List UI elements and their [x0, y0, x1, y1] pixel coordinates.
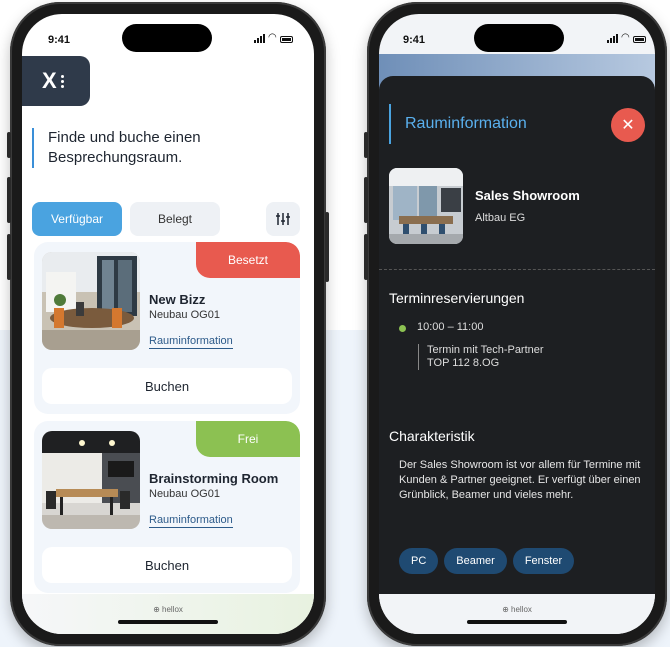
- feature-tags: PC Beamer Fenster: [399, 548, 575, 574]
- status-icons: ◠: [607, 33, 646, 43]
- feature-tag[interactable]: PC: [399, 548, 439, 574]
- status-icons: ◠: [254, 33, 293, 43]
- slot-title: Termin mit Tech-Partner: [427, 344, 544, 356]
- slot-status-dot: [399, 325, 406, 332]
- home-indicator[interactable]: [467, 619, 567, 624]
- signal-icon: [607, 34, 618, 43]
- wifi-icon: ◠: [621, 32, 630, 43]
- volume-down-button: [364, 234, 368, 280]
- filter-row: Verfügbar Belegt: [32, 202, 220, 236]
- signal-icon: [254, 34, 265, 43]
- room-location: Neubau OG01: [149, 488, 220, 500]
- filter-occupied-button[interactable]: Belegt: [130, 202, 220, 236]
- battery-icon: [632, 36, 646, 43]
- phone-right: 9:41 ◠ Rauminformation ✕ Sales Showroom …: [364, 2, 667, 646]
- room-photo: [42, 252, 140, 350]
- close-button[interactable]: ✕: [611, 108, 645, 142]
- volume-up-button: [7, 177, 11, 223]
- dynamic-island: [122, 24, 212, 52]
- room-card[interactable]: Besetzt New Bizz Neubau OG01 Rauminforma…: [34, 242, 300, 414]
- silent-switch: [364, 132, 368, 158]
- characteristics-heading: Charakteristik: [389, 428, 475, 444]
- home-indicator[interactable]: [118, 619, 218, 624]
- battery-icon: [279, 36, 293, 43]
- filter-available-button[interactable]: Verfügbar: [32, 202, 122, 236]
- close-icon: ✕: [621, 117, 635, 134]
- room-location: Neubau OG01: [149, 309, 220, 321]
- room-photo: [389, 168, 463, 244]
- volume-down-button: [7, 234, 11, 280]
- slot-detail: Termin mit Tech-Partner TOP 112 8.OG: [418, 344, 544, 370]
- footer-url: ⊕ hellox: [153, 604, 183, 614]
- room-info-link[interactable]: Rauminformation: [149, 514, 233, 528]
- room-name: Brainstorming Room: [149, 471, 279, 486]
- wifi-icon: ◠: [268, 32, 277, 43]
- screen-left: 9:41 ◠ X Finde und buche einen Besprechu…: [22, 14, 314, 634]
- screen-right: 9:41 ◠ Rauminformation ✕ Sales Showroom …: [379, 14, 655, 634]
- filter-settings-button[interactable]: [266, 202, 300, 236]
- room-description: Der Sales Showroom ist vor allem für Ter…: [399, 459, 641, 501]
- logo-letter: X: [42, 68, 57, 93]
- status-time: 9:41: [403, 34, 426, 46]
- silent-switch: [7, 132, 11, 158]
- feature-tag[interactable]: Beamer: [444, 548, 507, 574]
- phone-left: 9:41 ◠ X Finde und buche einen Besprechu…: [7, 2, 329, 646]
- slot-place: TOP 112 8.OG: [427, 357, 500, 369]
- status-badge: Besetzt: [196, 242, 300, 278]
- book-button[interactable]: Buchen: [42, 368, 292, 404]
- room-info-link[interactable]: Rauminformation: [149, 335, 233, 349]
- feature-tag[interactable]: Fenster: [512, 548, 575, 574]
- room-photo: [42, 431, 140, 529]
- reservations-heading: Terminreservierungen: [389, 290, 525, 306]
- room-card[interactable]: Frei Brainstorming Room Neubau OG01 Raum…: [34, 421, 300, 593]
- browser-bottom-bar: ⊕ hellox: [379, 594, 655, 634]
- book-button[interactable]: Buchen: [42, 547, 292, 583]
- sheet-title: Rauminformation: [389, 104, 527, 144]
- sliders-icon: [276, 213, 290, 225]
- kebab-menu-icon: [60, 74, 64, 88]
- room-info-sheet: Rauminformation ✕ Sales Showroom Altbau …: [379, 76, 655, 594]
- dynamic-island: [474, 24, 564, 52]
- room-name: Sales Showroom: [475, 188, 580, 203]
- section-divider: [379, 269, 655, 270]
- volume-up-button: [364, 177, 368, 223]
- app-menu-button[interactable]: X: [22, 56, 90, 106]
- status-time: 9:41: [48, 34, 71, 46]
- room-location: Altbau EG: [475, 212, 526, 224]
- slot-time: 10:00 – 11:00: [417, 321, 484, 333]
- footer-url: ⊕ hellox: [502, 604, 532, 614]
- page-headline: Finde und buche einen Besprechungsraum.: [32, 128, 282, 168]
- room-name: New Bizz: [149, 292, 206, 307]
- power-button: [325, 212, 329, 282]
- browser-bottom-bar: ⊕ hellox: [22, 594, 314, 634]
- status-badge: Frei: [196, 421, 300, 457]
